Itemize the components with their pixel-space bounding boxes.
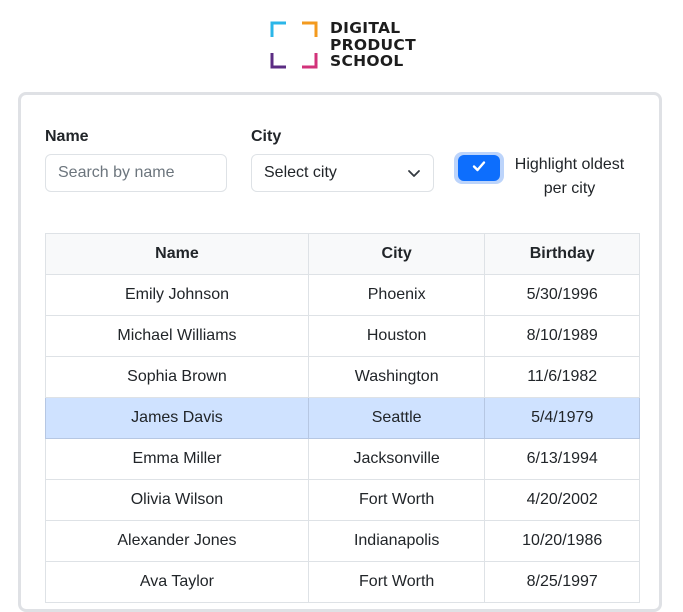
cell-city: Jacksonville	[307, 438, 486, 480]
cell-birthday: 5/30/1996	[484, 274, 640, 316]
table-row-highlighted[interactable]: James Davis Seattle 5/4/1979	[45, 397, 640, 439]
cell-name: Olivia Wilson	[45, 479, 309, 521]
city-select-value: Select city	[264, 164, 337, 181]
table-row[interactable]: Emma Miller Jacksonville 6/13/1994	[45, 438, 640, 480]
logo-line: DIGITAL	[330, 19, 401, 37]
table-header-row: Name City Birthday	[45, 233, 640, 275]
cell-name: Emma Miller	[45, 438, 309, 480]
logo-frame-icon	[270, 21, 318, 69]
highlight-oldest-label: Highlight oldest per city	[514, 156, 625, 197]
logo-wordmark: DIGITAL PRODUCT SCHOOL	[330, 20, 416, 70]
logo-line: SCHOOL	[330, 52, 404, 70]
cell-name: James Davis	[45, 397, 309, 439]
cell-birthday: 8/25/1997	[484, 561, 640, 603]
table-row[interactable]: Olivia Wilson Fort Worth 4/20/2002	[45, 479, 640, 521]
table-row[interactable]: Emily Johnson Phoenix 5/30/1996	[45, 274, 640, 316]
toggle-checked	[458, 155, 500, 181]
logo[interactable]: DIGITAL PRODUCT SCHOOL	[270, 20, 416, 70]
city-filter-label: City	[251, 128, 282, 145]
table-row[interactable]: Ava Taylor Fort Worth 8/25/1997	[45, 561, 640, 603]
cell-birthday: 11/6/1982	[484, 356, 640, 398]
name-search-input[interactable]	[45, 154, 227, 192]
cell-city: Phoenix	[307, 274, 486, 316]
cell-birthday: 5/4/1979	[484, 397, 640, 439]
chevron-down-icon	[407, 166, 421, 180]
table-row[interactable]: Michael Williams Houston 8/10/1989	[45, 315, 640, 357]
highlight-oldest-toggle[interactable]	[454, 152, 504, 184]
cell-name: Ava Taylor	[45, 561, 309, 603]
cell-city: Seattle	[307, 397, 486, 439]
cell-name: Emily Johnson	[45, 274, 309, 316]
column-header-city[interactable]: City	[307, 233, 486, 275]
column-header-birthday[interactable]: Birthday	[484, 233, 640, 275]
check-icon	[471, 158, 487, 179]
cell-name: Alexander Jones	[45, 520, 309, 562]
cell-birthday: 4/20/2002	[484, 479, 640, 521]
header: DIGITAL PRODUCT SCHOOL	[0, 0, 683, 92]
table-row[interactable]: Sophia Brown Washington 11/6/1982	[45, 356, 640, 398]
cell-city: Fort Worth	[307, 561, 486, 603]
people-table: Name City Birthday Emily Johnson Phoenix…	[45, 233, 640, 603]
cell-city: Fort Worth	[307, 479, 486, 521]
logo-line: PRODUCT	[330, 35, 416, 54]
cell-birthday: 10/20/1986	[484, 520, 640, 562]
cell-birthday: 6/13/1994	[484, 438, 640, 480]
column-header-name[interactable]: Name	[45, 233, 309, 275]
cell-birthday: 8/10/1989	[484, 315, 640, 357]
cell-name: Sophia Brown	[45, 356, 309, 398]
city-select[interactable]: Select city	[251, 154, 434, 192]
cell-name: Michael Williams	[45, 315, 309, 357]
name-filter-label: Name	[45, 128, 89, 145]
cell-city: Houston	[307, 315, 486, 357]
table-row[interactable]: Alexander Jones Indianapolis 10/20/1986	[45, 520, 640, 562]
cell-city: Washington	[307, 356, 486, 398]
cell-city: Indianapolis	[307, 520, 486, 562]
